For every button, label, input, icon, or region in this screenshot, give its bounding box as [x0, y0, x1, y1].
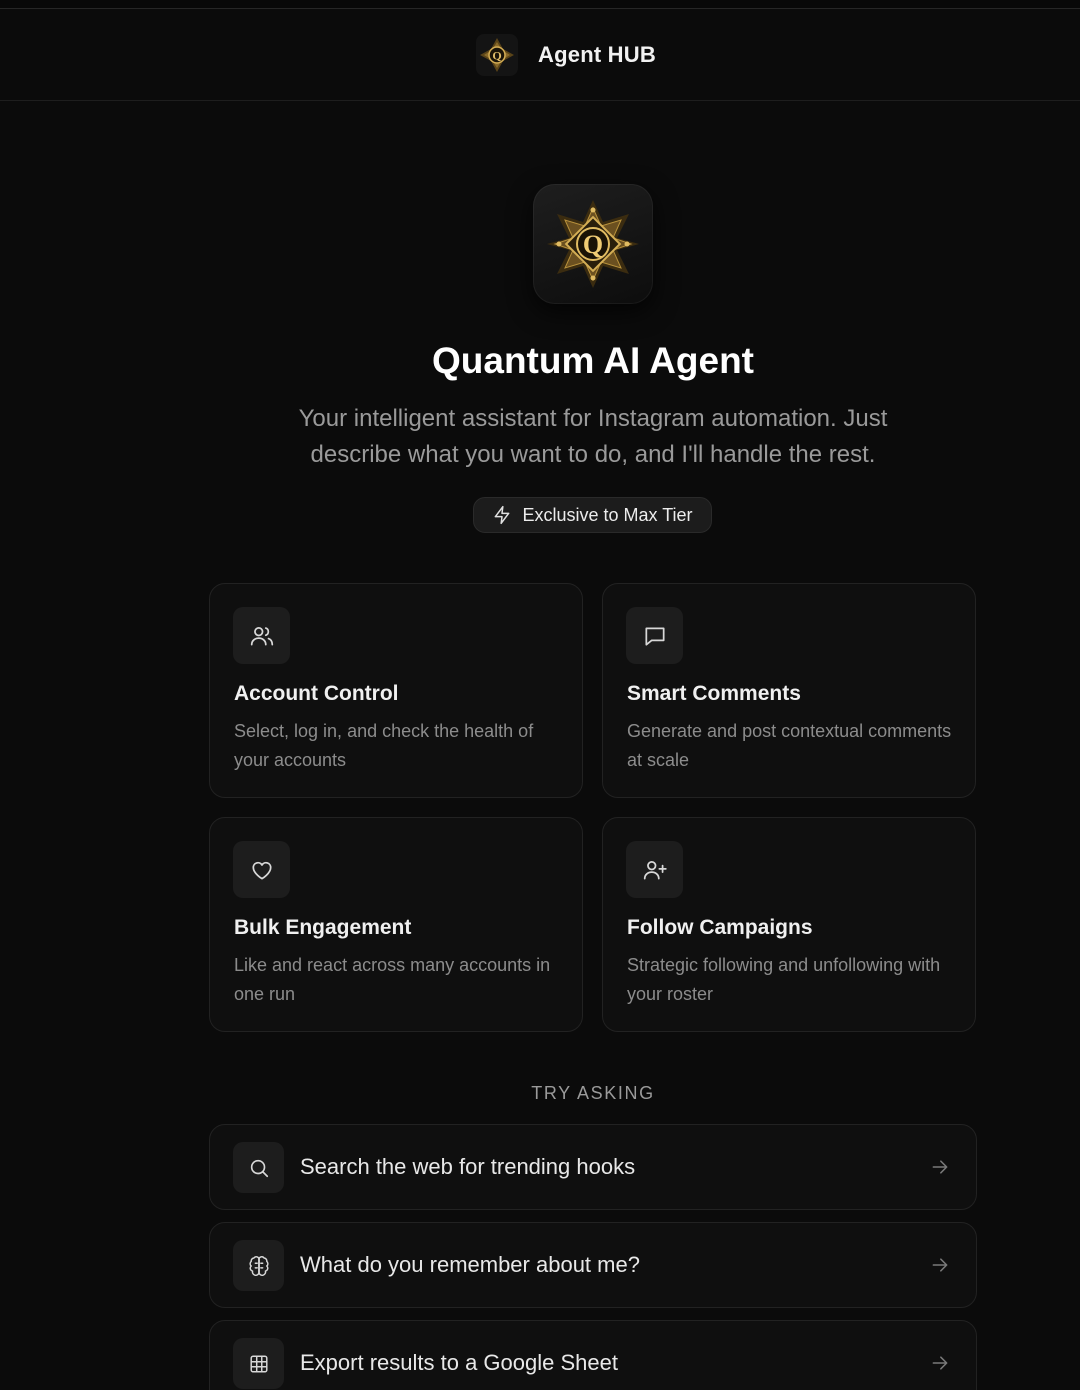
suggestion-text: Export results to a Google Sheet: [300, 1350, 618, 1375]
try-asking-label: TRY ASKING: [531, 1083, 655, 1103]
hero-title: Quantum AI Agent: [431, 340, 754, 381]
user-plus-icon: [626, 841, 683, 898]
feature-card-smart-comments[interactable]: Smart Comments Generate and post context…: [602, 583, 976, 798]
feature-title: Bulk Engagement: [234, 916, 412, 939]
message-square-icon: [626, 607, 683, 664]
hero-logo: Q: [533, 184, 653, 304]
tier-badge-label: Exclusive to Max Tier: [522, 504, 693, 525]
suggestion-memory[interactable]: What do you remember about me?: [209, 1222, 977, 1308]
feature-title: Account Control: [234, 682, 399, 705]
brain-icon: [233, 1240, 284, 1291]
feature-card-account-control[interactable]: Account Control Select, log in, and chec…: [209, 583, 583, 798]
arrow-right-icon: [932, 1356, 948, 1370]
heart-icon: [233, 841, 290, 898]
feature-title: Smart Comments: [627, 682, 801, 705]
tier-badge: Exclusive to Max Tier: [473, 497, 712, 533]
top-border: [0, 0, 1080, 9]
suggestion-export-sheet[interactable]: Export results to a Google Sheet: [209, 1320, 977, 1390]
suggestion-search-web[interactable]: Search the web for trending hooks: [209, 1124, 977, 1210]
feature-card-follow-campaigns[interactable]: Follow Campaigns Strategic following and…: [602, 817, 976, 1032]
quantum-q-emblem-icon: Q: [547, 200, 639, 288]
arrow-right-icon: [932, 1258, 948, 1272]
hero-subtitle: Your intelligent assistant for Instagram…: [298, 405, 888, 468]
brand-logo-icon[interactable]: Q: [474, 32, 520, 78]
table-icon: [233, 1338, 284, 1389]
feature-title: Follow Campaigns: [627, 916, 813, 939]
svg-text:Q: Q: [492, 49, 501, 63]
feature-description: Select, log in, and check the health of …: [234, 721, 534, 770]
search-icon: [233, 1142, 284, 1193]
lightning-icon: [495, 505, 510, 525]
app-title: Agent HUB: [538, 42, 656, 67]
arrow-right-icon: [932, 1160, 948, 1174]
svg-text:Q: Q: [583, 230, 603, 259]
users-icon: [233, 607, 290, 664]
feature-description: Strategic following and unfollowing with…: [627, 955, 941, 1004]
app-header: Q Agent HUB: [0, 10, 1080, 101]
suggestion-text: Search the web for trending hooks: [300, 1154, 636, 1179]
suggestion-text: What do you remember about me?: [300, 1252, 640, 1277]
feature-description: Generate and post contextual comments at…: [627, 721, 952, 770]
feature-card-bulk-engagement[interactable]: Bulk Engagement Like and react across ma…: [209, 817, 583, 1032]
feature-description: Like and react across many accounts in o…: [234, 955, 551, 1004]
